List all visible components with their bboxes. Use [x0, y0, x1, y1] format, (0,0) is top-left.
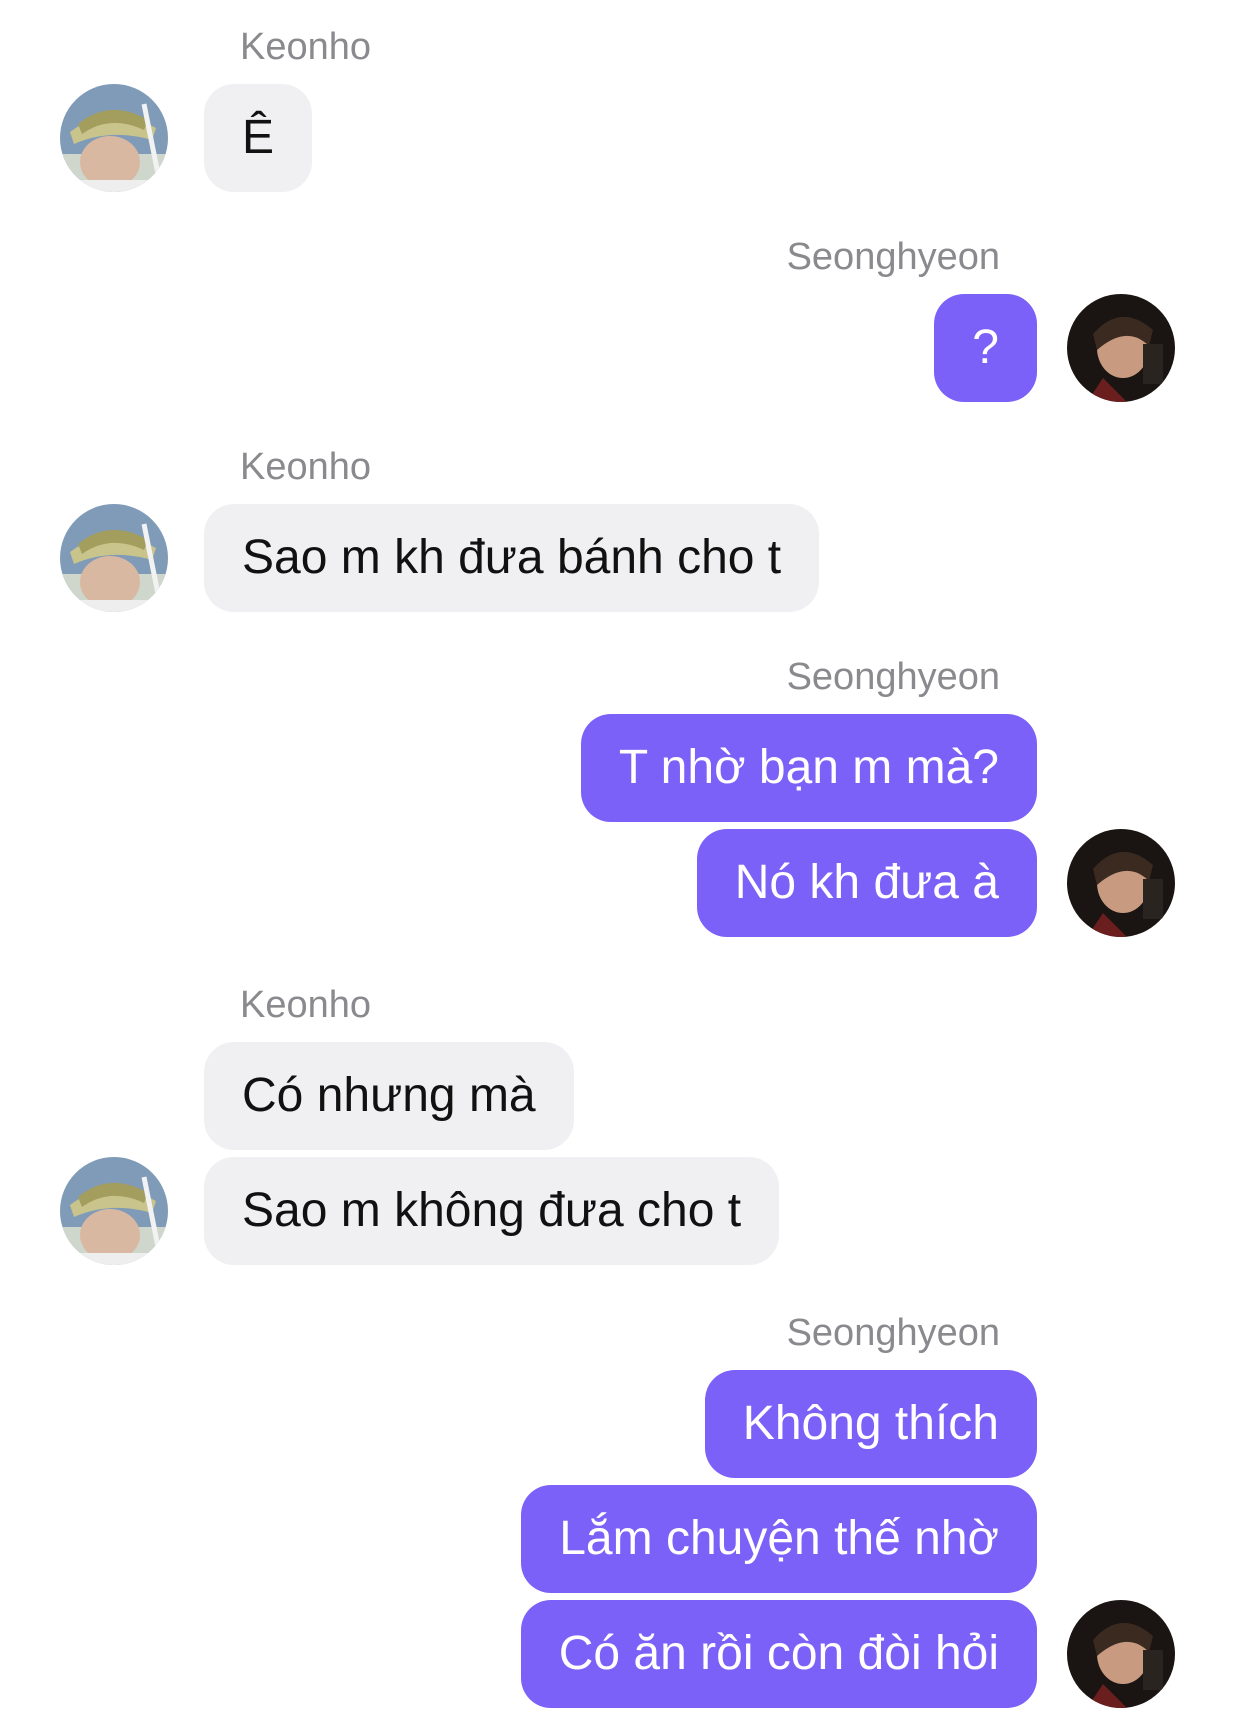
sender-name: Keonho: [240, 984, 372, 1026]
sender-name: Seonghyeon: [786, 236, 1000, 278]
sender-name: Seonghyeon: [786, 656, 1000, 698]
seonghyeon-avatar-image: [1067, 829, 1175, 937]
message-bubble-incoming[interactable]: Ê: [204, 84, 313, 192]
sender-name: Keonho: [240, 446, 372, 488]
seonghyeon-avatar[interactable]: [1067, 829, 1175, 937]
message-bubble-outgoing[interactable]: Lắm chuyện thế nhờ: [521, 1485, 1037, 1593]
keonho-avatar-image: [60, 1157, 168, 1265]
message-bubble-outgoing[interactable]: Có ăn rồi còn đòi hỏi: [520, 1600, 1037, 1708]
keonho-avatar-image: [60, 84, 168, 192]
seonghyeon-avatar[interactable]: [1067, 1600, 1175, 1708]
seonghyeon-avatar[interactable]: [1067, 294, 1175, 402]
message-bubble-outgoing[interactable]: Nó kh đưa à: [696, 829, 1037, 937]
message-bubble-outgoing[interactable]: ?: [934, 294, 1037, 402]
sender-name: Keonho: [240, 26, 372, 68]
keonho-avatar-image: [60, 504, 168, 612]
chat-thread[interactable]: Keonho Ê Seonghyeon ? Keonho Sao m kh đư…: [0, 0, 1242, 1733]
keonho-avatar[interactable]: [60, 1157, 168, 1265]
message-bubble-incoming[interactable]: Có nhưng mà: [204, 1042, 574, 1150]
message-bubble-incoming[interactable]: Sao m kh đưa bánh cho t: [204, 504, 820, 612]
message-bubble-outgoing[interactable]: Không thích: [704, 1370, 1037, 1478]
message-bubble-incoming[interactable]: Sao m không đưa cho t: [204, 1157, 780, 1265]
seonghyeon-avatar-image: [1067, 1600, 1175, 1708]
keonho-avatar[interactable]: [60, 504, 168, 612]
message-bubble-outgoing[interactable]: T nhờ bạn m mà?: [580, 714, 1037, 822]
keonho-avatar[interactable]: [60, 84, 168, 192]
sender-name: Seonghyeon: [786, 1312, 1000, 1354]
seonghyeon-avatar-image: [1067, 294, 1175, 402]
